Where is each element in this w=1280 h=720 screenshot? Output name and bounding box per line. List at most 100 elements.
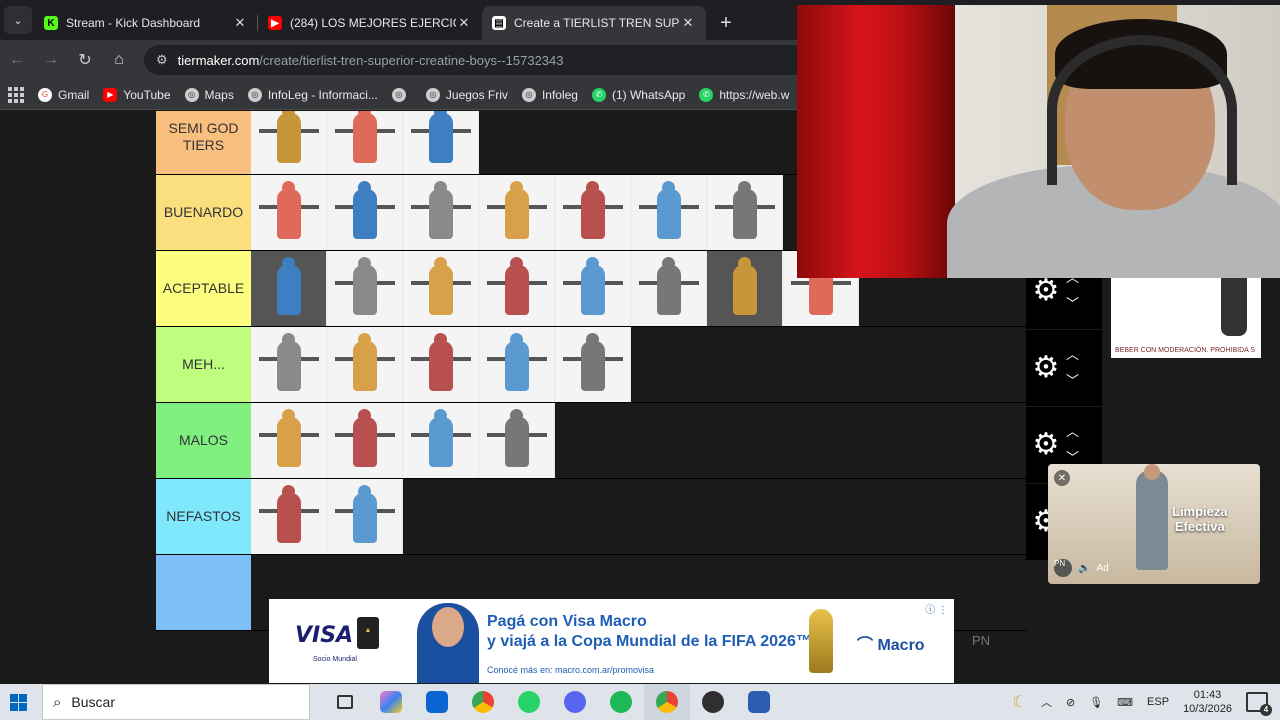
bottle-image (1221, 278, 1247, 336)
tier-label[interactable]: MALOS (156, 403, 251, 478)
keyboard-icon[interactable]: ⌨ (1117, 696, 1133, 709)
clock[interactable]: 01:43 10/3/2026 (1183, 688, 1232, 716)
weather-moon-icon[interactable]: ☾ (1013, 692, 1027, 712)
close-tab-icon[interactable]: ✕ (232, 15, 248, 31)
url-host: tiermaker.com (177, 52, 260, 68)
exercise-image[interactable] (251, 111, 327, 174)
exercise-image[interactable] (555, 175, 631, 250)
bookmark-youtube[interactable]: ▶ YouTube (103, 87, 171, 102)
task-view-icon[interactable] (322, 684, 368, 720)
home-icon[interactable]: ⌂ (102, 51, 136, 69)
exercise-image[interactable] (707, 175, 783, 250)
site-info-icon[interactable]: ⚙ (156, 52, 168, 68)
bookmark-gmail[interactable]: G Gmail (38, 87, 89, 102)
bookmark-maps[interactable]: ◎ Maps (184, 87, 234, 102)
exercise-image[interactable] (631, 251, 707, 326)
exercise-image[interactable] (327, 403, 403, 478)
url-path: /create/tierlist-tren-superior-creatine-… (259, 52, 564, 68)
tab-search-chevron-icon[interactable]: ⌄ (4, 6, 32, 34)
side-ad-bottle[interactable]: BEBER CON MODERACIÓN. PROHIBIDA S (1111, 278, 1261, 358)
gear-icon[interactable]: ⚙ (1026, 430, 1066, 460)
film-editor-icon[interactable] (736, 684, 782, 720)
exercise-image[interactable] (479, 403, 555, 478)
banner-ad[interactable]: VISA Socio Mundial ▲ Pagá con Visa Macro… (269, 599, 954, 683)
video-ad[interactable]: Limpieza Efectiva ✕ PN 🔈 Ad (1048, 464, 1260, 584)
gear-icon[interactable]: ⚙ (1026, 353, 1066, 383)
exercise-image[interactable] (479, 175, 555, 250)
exercise-image[interactable] (555, 251, 631, 326)
tier-label[interactable]: NEFASTOS (156, 479, 251, 554)
bookmark-juegos-friv[interactable]: ◎ Juegos Friv (425, 87, 508, 102)
bookmark-infoleg-informacion[interactable]: ◎ InfoLeg - Informaci... (247, 87, 378, 102)
exercise-image[interactable] (555, 327, 631, 402)
exercise-image[interactable] (403, 327, 479, 402)
tier-items (251, 479, 403, 554)
notifications-icon[interactable]: 4 (1246, 692, 1272, 716)
chevron-up-icon[interactable]: ︿ (1066, 342, 1079, 368)
bookmark-whatsapp-web[interactable]: ✆ https://web.w (699, 87, 789, 102)
exercise-image[interactable] (251, 251, 327, 326)
chrome-profile-icon[interactable] (644, 684, 690, 720)
copilot-icon[interactable] (368, 684, 414, 720)
network-icon[interactable]: ⊘ (1066, 696, 1075, 709)
new-tab-icon[interactable]: + (712, 9, 740, 37)
outlook-icon[interactable] (414, 684, 460, 720)
exercise-image[interactable] (403, 175, 479, 250)
tier-label[interactable]: SEMI GOD TIERS (156, 111, 251, 174)
world-cup-trophy-icon (809, 609, 833, 673)
tab-title: Stream - Kick Dashboard (66, 16, 201, 30)
obs-icon[interactable] (690, 684, 736, 720)
exercise-image[interactable] (707, 251, 783, 326)
chevron-up-icon[interactable]: ︿ (1066, 419, 1079, 445)
exercise-image[interactable] (251, 175, 327, 250)
close-tab-icon[interactable]: ✕ (680, 15, 696, 31)
ad-url-text: Conocé más en: macro.com.ar/promovisa (487, 665, 655, 675)
exercise-image[interactable] (403, 251, 479, 326)
exercise-image[interactable] (251, 479, 327, 554)
reload-icon[interactable]: ↻ (68, 50, 102, 70)
tier-items (251, 111, 479, 174)
exercise-image[interactable] (327, 111, 403, 174)
exercise-image[interactable] (251, 403, 327, 478)
whatsapp-icon[interactable] (506, 684, 552, 720)
tier-label[interactable]: BUENARDO (156, 175, 251, 250)
tab-youtube[interactable]: ▶ (284) LOS MEJORES EJERCICIOS ✕ (258, 6, 482, 40)
exercise-image[interactable] (327, 479, 403, 554)
bookmark-whatsapp[interactable]: ✆ (1) WhatsApp (591, 87, 685, 102)
exercise-image[interactable] (631, 175, 707, 250)
exercise-image[interactable] (479, 251, 555, 326)
spotify-icon[interactable] (598, 684, 644, 720)
tier-label[interactable]: MEH... (156, 327, 251, 402)
tier-label[interactable] (156, 555, 251, 630)
exercise-image[interactable] (327, 175, 403, 250)
language-indicator[interactable]: ESP (1147, 696, 1169, 708)
bookmark-infoleg[interactable]: ◎ Infoleg (521, 87, 578, 102)
forward-icon[interactable]: → (34, 51, 68, 69)
tier-label[interactable]: ACEPTABLE (156, 251, 251, 326)
exercise-image[interactable] (479, 327, 555, 402)
webcam-overlay (797, 5, 1280, 278)
close-tab-icon[interactable]: ✕ (456, 15, 472, 31)
close-icon[interactable]: ✕ (1054, 470, 1070, 486)
chrome-icon[interactable] (460, 684, 506, 720)
chevron-up-icon[interactable]: ︿ (1041, 694, 1052, 710)
ad-choices-icon[interactable]: ⓘ ⋮ (925, 601, 948, 616)
taskbar-search[interactable]: ⌕ Buscar (42, 684, 310, 720)
discord-icon[interactable] (552, 684, 598, 720)
windows-start-icon[interactable] (0, 684, 36, 720)
exercise-image[interactable] (251, 327, 327, 402)
microphone-icon[interactable]: 🎙 (1089, 696, 1103, 709)
back-icon[interactable]: ← (0, 51, 34, 69)
tab-tiermaker[interactable]: ▤ Create a TIERLIST TREN SUPERIOR ✕ (482, 6, 706, 40)
volume-icon[interactable]: 🔈 (1078, 563, 1090, 574)
chevron-down-icon[interactable]: ﹀ (1066, 368, 1079, 394)
tab-kick[interactable]: K Stream - Kick Dashboard ✕ (34, 6, 258, 40)
bookmark-unlabeled[interactable]: ◎ (391, 87, 412, 102)
exercise-image[interactable] (403, 403, 479, 478)
exercise-image[interactable] (327, 251, 403, 326)
chevron-down-icon[interactable]: ﹀ (1066, 291, 1079, 317)
exercise-image[interactable] (403, 111, 479, 174)
exercise-image[interactable] (327, 327, 403, 402)
apps-grid-icon[interactable] (8, 86, 24, 103)
gear-icon[interactable]: ⚙ (1026, 276, 1066, 306)
